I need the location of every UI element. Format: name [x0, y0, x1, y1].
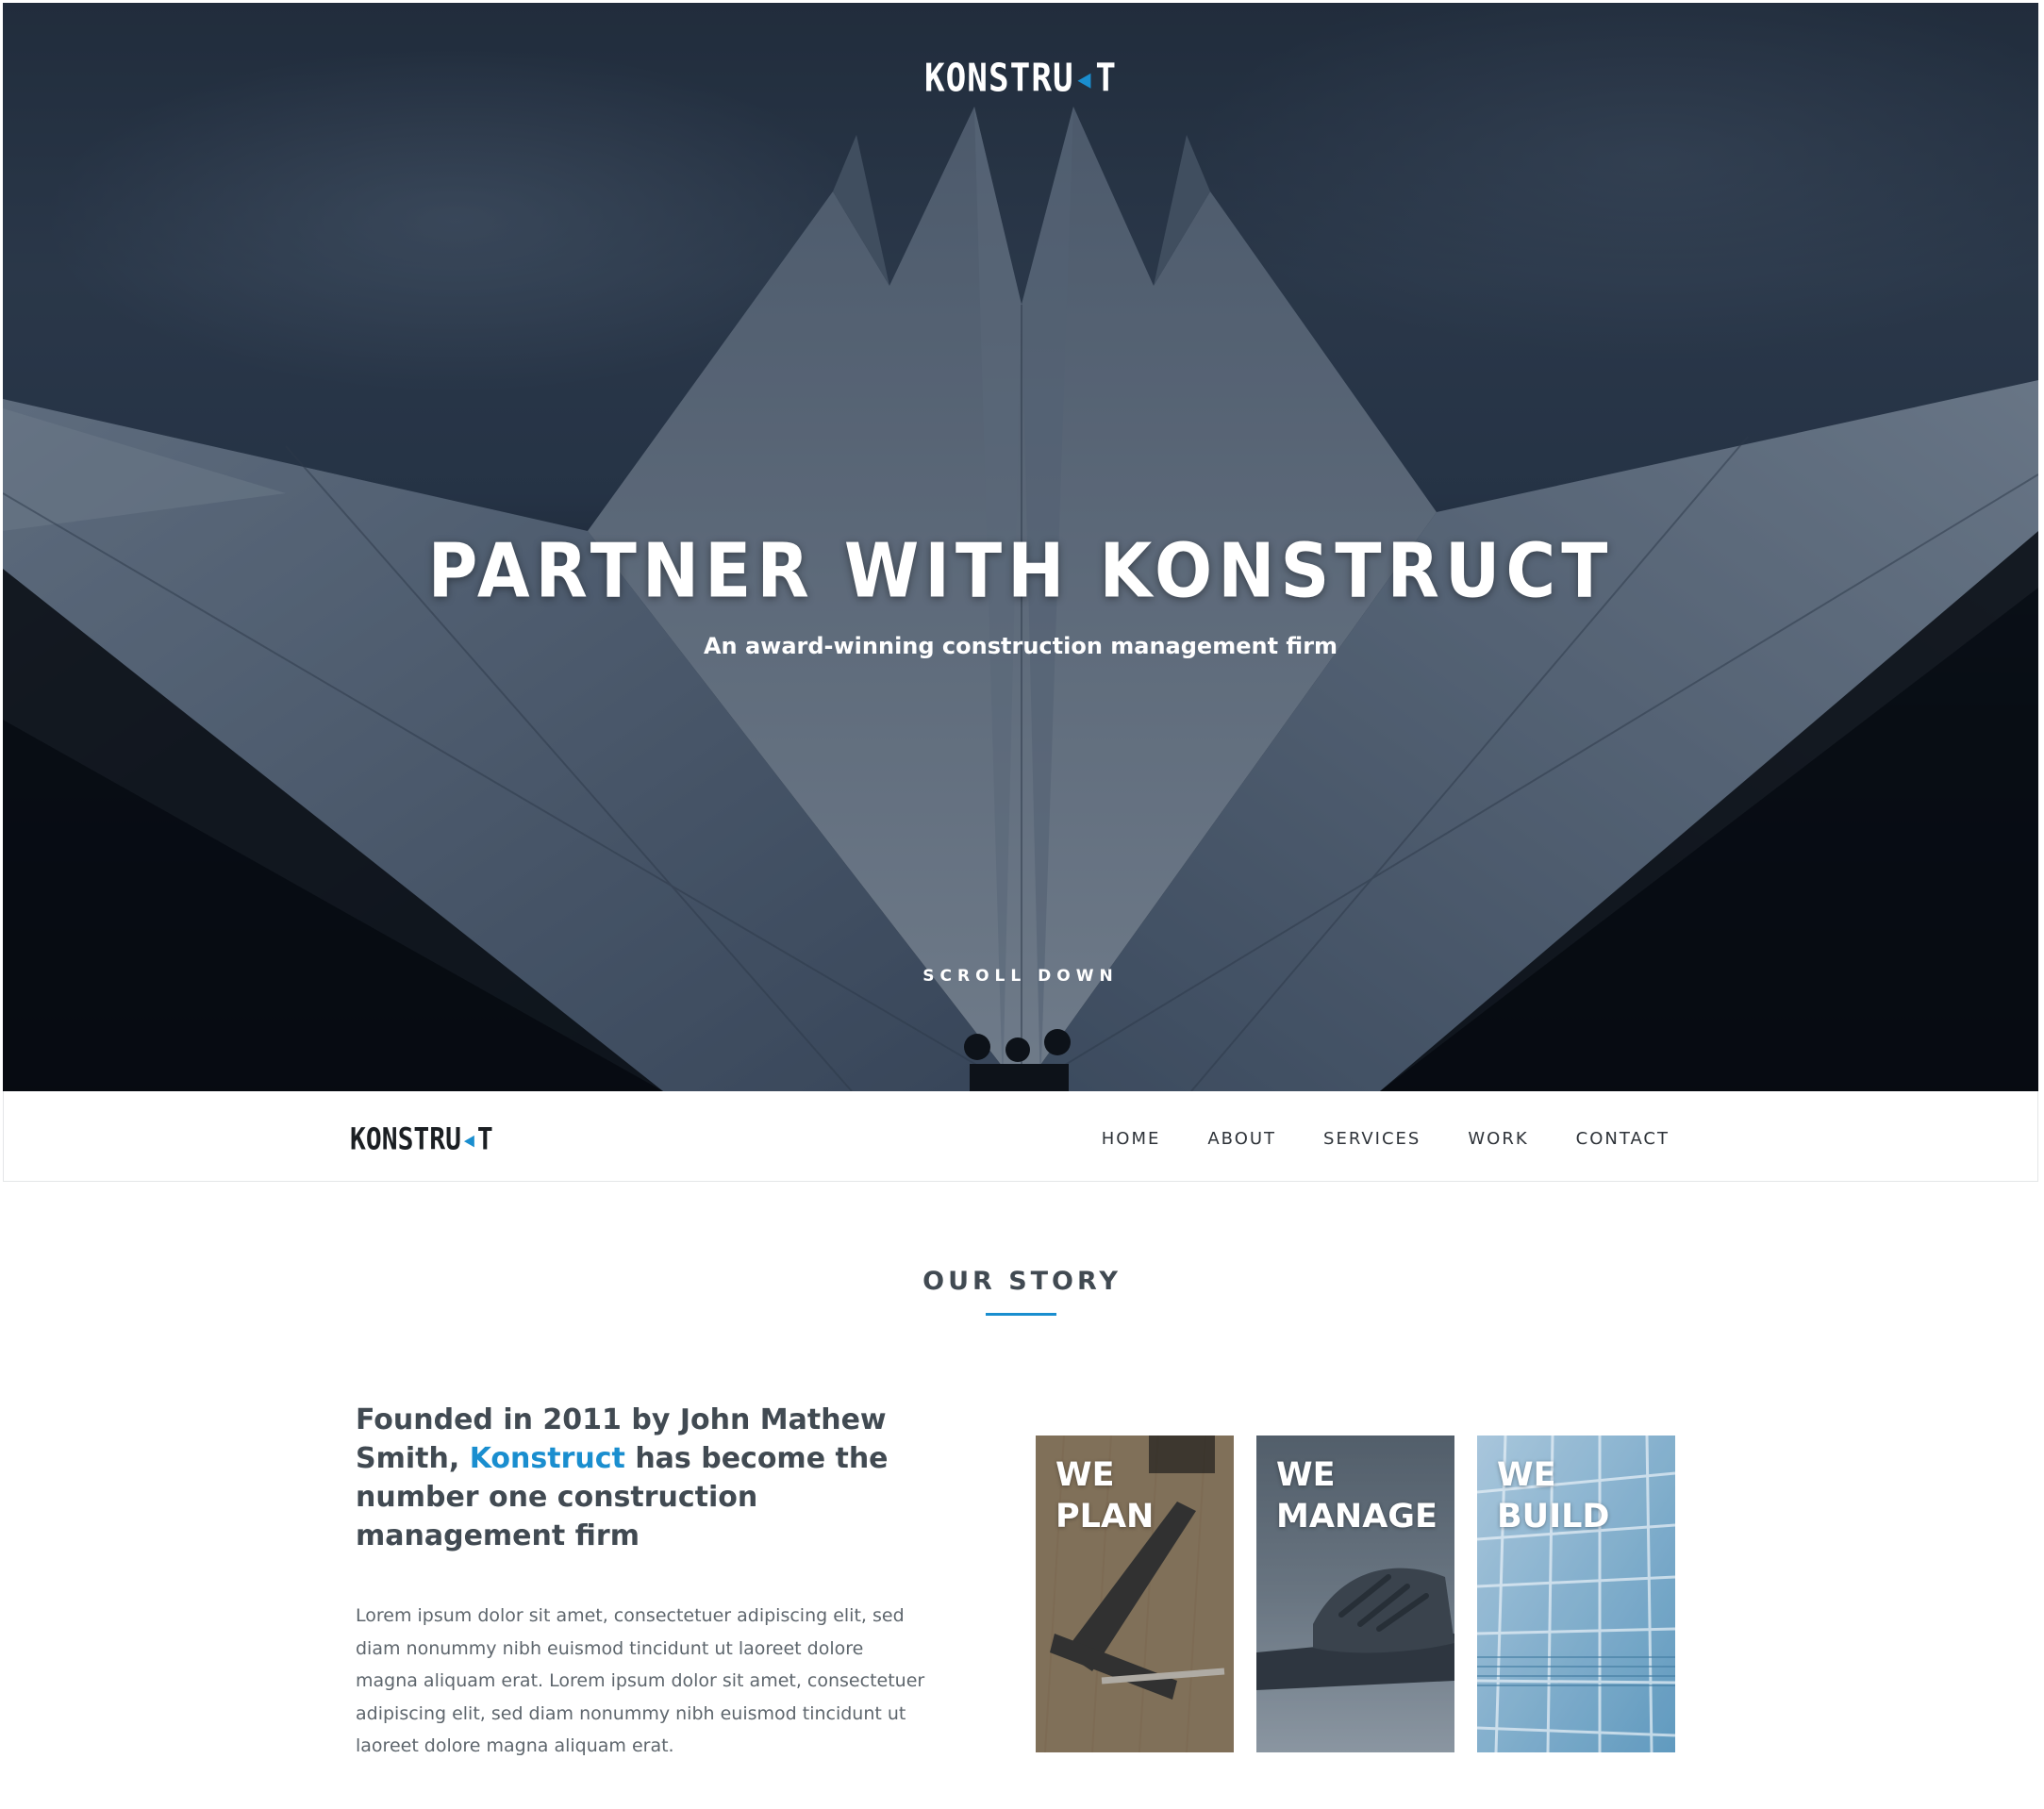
nav-item-work[interactable]: WORK [1468, 1129, 1528, 1149]
card-build-label: WE BUILD [1497, 1454, 1609, 1537]
logo-text: KONSTRU [350, 1120, 462, 1157]
nav-item-about[interactable]: ABOUT [1207, 1129, 1276, 1149]
card-we-plan[interactable]: WE PLAN [1036, 1436, 1234, 1752]
nav-item-contact[interactable]: CONTACT [1576, 1129, 1670, 1149]
card-plan-line1: WE [1055, 1456, 1115, 1494]
section-heading-our-story: OUR STORY [922, 1267, 1122, 1296]
card-manage-line1: WE [1276, 1456, 1336, 1494]
hero-logo[interactable]: KONSTRU◂T [3, 57, 2038, 101]
card-plan-label: WE PLAN [1055, 1454, 1154, 1537]
scroll-down-link[interactable]: SCROLL DOWN [3, 967, 2038, 986]
logo-text-end: T [1095, 56, 1118, 102]
story-lead-brand-link[interactable]: Konstruct [470, 1442, 625, 1475]
nav-logo[interactable]: KONSTRU◂T [350, 1121, 493, 1157]
chevron-left-icon: ◂ [1073, 56, 1096, 102]
card-manage-label: WE MANAGE [1276, 1454, 1437, 1537]
logo-text-end: T [476, 1120, 493, 1157]
hero-subtitle: An award-winning construction management… [703, 633, 1338, 659]
hero-title: PARTNER WITH KONSTRUCT [427, 526, 1614, 615]
story-lead: Founded in 2011 by John Mathew Smith, Ko… [356, 1401, 940, 1555]
story-body: Lorem ipsum dolor sit amet, consectetuer… [356, 1605, 925, 1756]
card-build-line2: BUILD [1497, 1498, 1610, 1535]
heading-underline [986, 1313, 1056, 1316]
chevron-left-icon: ◂ [461, 1120, 477, 1157]
nav-item-services[interactable]: SERVICES [1323, 1129, 1421, 1149]
nav-item-home[interactable]: HOME [1102, 1129, 1161, 1149]
card-manage-line2: MANAGE [1276, 1498, 1437, 1535]
card-plan-line2: PLAN [1055, 1498, 1155, 1535]
nav-menu: HOME ABOUT SERVICES WORK CONTACT [1055, 1129, 1670, 1149]
logo-text: KONSTRU [923, 56, 1074, 102]
card-we-build[interactable]: WE BUILD [1477, 1436, 1675, 1752]
card-build-line1: WE [1497, 1456, 1556, 1494]
hero-section: KONSTRU◂T PARTNER WITH KONSTRUCT An awar… [3, 3, 2038, 1091]
card-we-manage[interactable]: WE MANAGE [1256, 1436, 1454, 1752]
main-navbar: KONSTRU◂T HOME ABOUT SERVICES WORK CONTA… [3, 1091, 2038, 1182]
